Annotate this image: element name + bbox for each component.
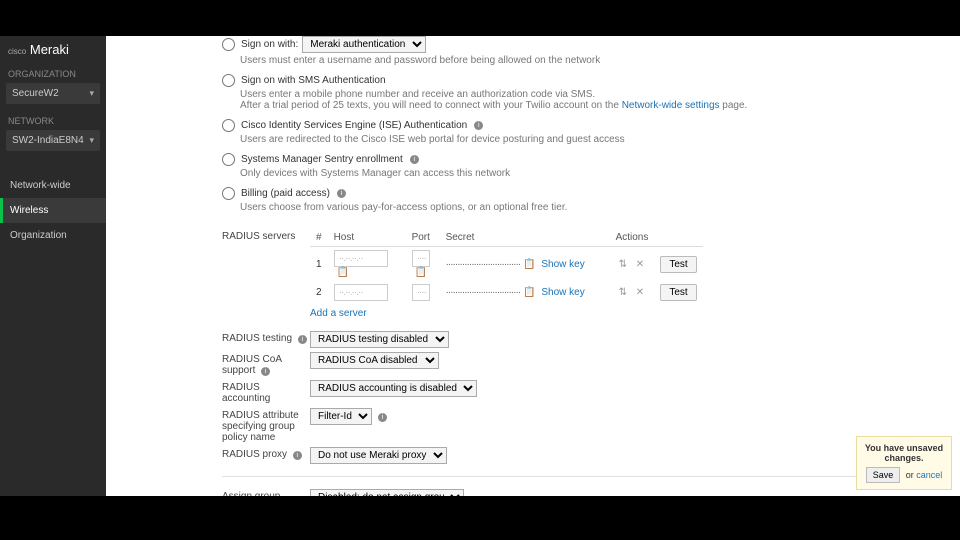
delete-icon[interactable]: ✕ [633,259,647,270]
chevron-down-icon: ▾ [89,135,94,146]
radio-sm-sentry[interactable] [222,153,235,166]
info-icon: i [378,413,387,422]
cancel-link[interactable]: cancel [916,470,942,480]
move-icon[interactable]: ⇅ [616,287,630,298]
info-icon: i [261,367,270,376]
radius-coa-select[interactable]: RADIUS CoA disabled [310,352,439,369]
chevron-down-icon: ▾ [89,88,94,99]
radio-ise-auth[interactable] [222,119,235,132]
radius-testing-select[interactable]: RADIUS testing disabled [310,331,449,348]
radio-billing[interactable] [222,187,235,200]
signon-method-select[interactable]: Meraki authentication [302,36,426,53]
radius-servers-label: RADIUS servers [222,229,310,242]
show-key-link[interactable]: Show key [541,287,584,298]
assign-group-policies-select[interactable]: Disabled: do not assign group policies a… [310,489,464,496]
network-dropdown[interactable]: SW2-IndiaE8N4 ▾ [6,130,100,151]
host-input[interactable]: ··.··.··.·· [334,284,388,301]
info-icon: i [474,121,483,130]
radius-proxy-select[interactable]: Do not use Meraki proxy [310,447,447,464]
table-row: 2 ··.··.··.·· ···· ·····················… [310,281,703,304]
info-icon: i [293,451,302,460]
brand: cisco Meraki [0,36,106,63]
copy-icon[interactable]: 📋 [520,259,538,270]
info-icon: i [337,189,346,198]
network-wide-settings-link[interactable]: Network-wide settings [622,100,720,111]
sidebar-item-wireless[interactable]: Wireless [0,198,106,223]
show-key-link[interactable]: Show key [541,259,584,270]
sidebar-item-network-wide[interactable]: Network-wide [0,173,106,198]
radius-servers-table: # Host Port Secret Actions 1 ··.··.··.··… [310,229,703,304]
copy-icon[interactable]: 📋 [520,287,538,298]
radio-signon-with[interactable] [222,38,235,51]
port-input[interactable]: ···· [412,250,430,267]
main-content: Sign on with: Meraki authentication User… [106,36,960,496]
network-label: NETWORK [0,110,106,128]
add-server-link[interactable]: Add a server [310,308,367,319]
radius-attribute-select[interactable]: Filter-Id [310,408,372,425]
info-icon: i [410,155,419,164]
copy-icon[interactable]: 📋 [412,267,430,278]
test-button[interactable]: Test [660,256,696,273]
save-button[interactable]: Save [866,467,901,483]
radius-accounting-select[interactable]: RADIUS accounting is disabled [310,380,477,397]
table-row: 1 ··.··.··.·· 📋 ···· 📋 ·················… [310,247,703,282]
sidebar: cisco Meraki ORGANIZATION SecureW2 ▾ NET… [0,36,106,496]
move-icon[interactable]: ⇅ [616,259,630,270]
copy-icon[interactable]: 📋 [334,267,352,278]
radio-sms-auth[interactable] [222,74,235,87]
host-input[interactable]: ··.··.··.·· [334,250,388,267]
info-icon: i [298,335,307,344]
port-input[interactable]: ···· [412,284,430,301]
test-button[interactable]: Test [660,284,696,301]
org-label: ORGANIZATION [0,63,106,81]
org-dropdown[interactable]: SecureW2 ▾ [6,83,100,104]
delete-icon[interactable]: ✕ [633,287,647,298]
unsaved-changes-banner: You have unsaved changes. Save or cancel [856,436,952,490]
sidebar-item-organization[interactable]: Organization [0,223,106,248]
